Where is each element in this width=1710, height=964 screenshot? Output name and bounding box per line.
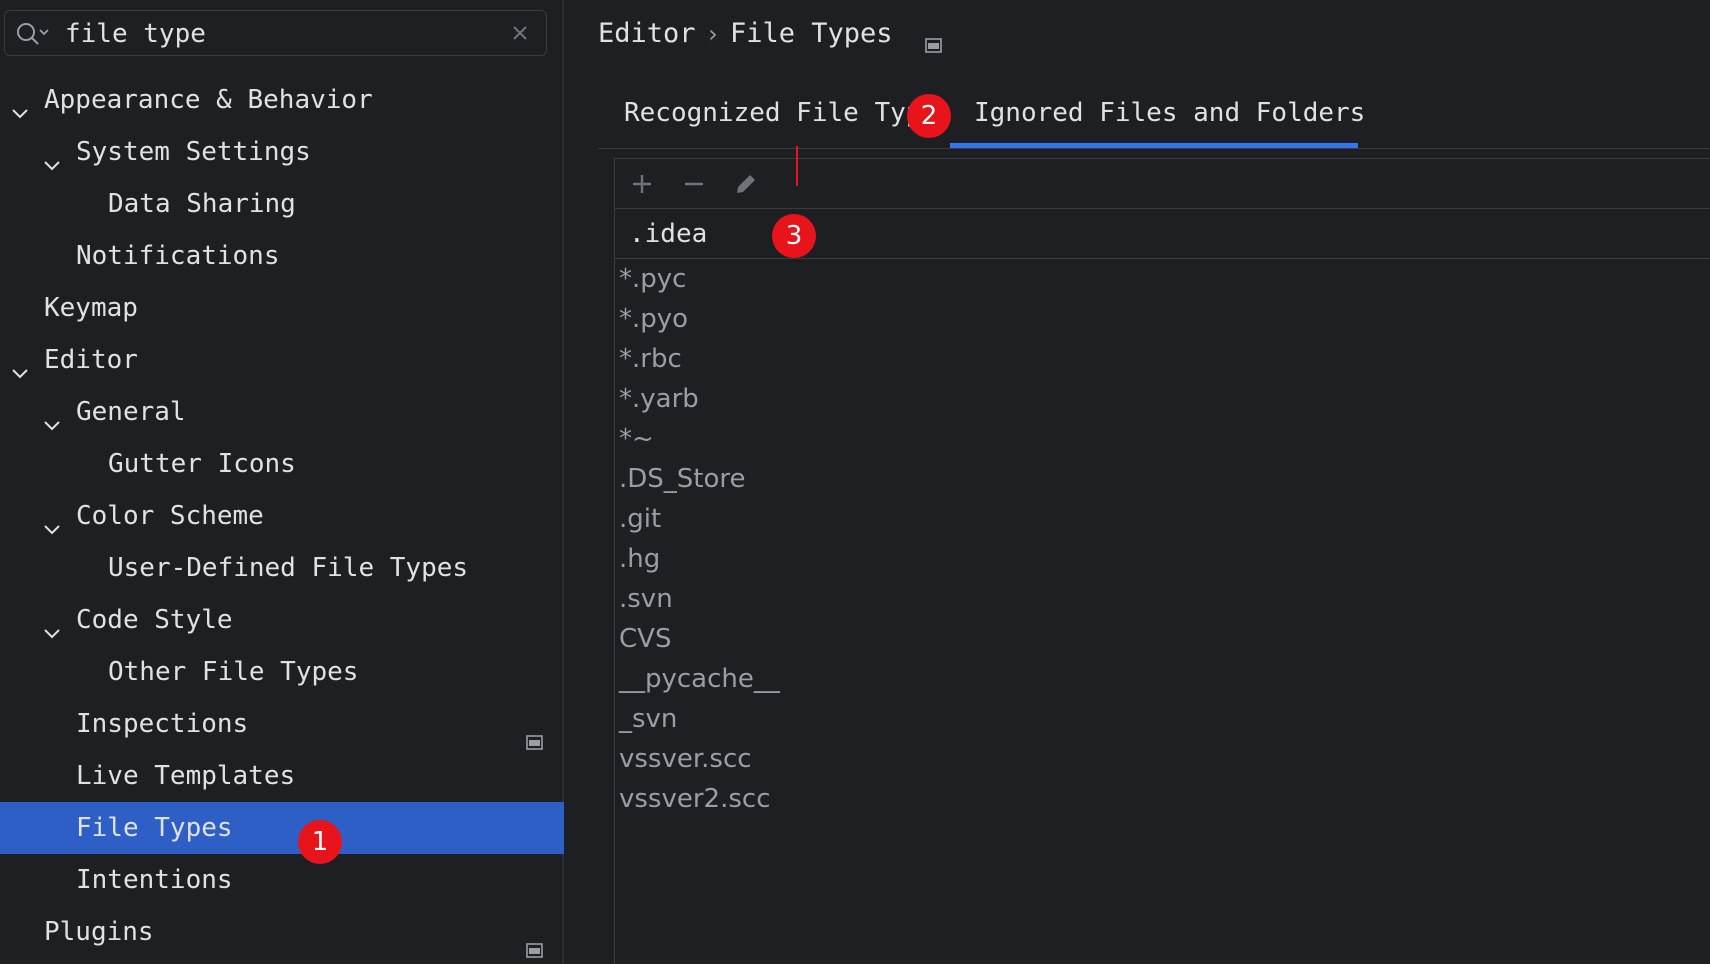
list-item[interactable]: *.pyo [619, 299, 780, 339]
tree-item-file-types[interactable]: File Types [0, 802, 564, 854]
list-item[interactable]: .svn [619, 579, 780, 619]
list-item[interactable]: _svn [619, 699, 780, 739]
breadcrumb-parent[interactable]: Editor [598, 18, 696, 49]
breadcrumb: Editor › File Types [598, 14, 942, 54]
remove-icon[interactable] [681, 171, 707, 197]
settings-window: Appearance & Behavior System Settings Data… [0, 0, 1710, 964]
tree-item-keymap[interactable]: Keymap [0, 282, 564, 334]
tree-item-color-scheme[interactable]: Color Scheme [0, 490, 564, 542]
annotation-line [796, 146, 798, 186]
tree-item-label: Intentions [76, 865, 233, 895]
project-settings-icon [526, 716, 543, 750]
list-item[interactable]: vssver.scc [619, 739, 780, 779]
project-settings-icon [925, 25, 942, 53]
list-item[interactable]: *~ [619, 419, 780, 459]
tree-item-appearance-behavior[interactable]: Appearance & Behavior [0, 74, 564, 126]
breadcrumb-current: File Types [730, 18, 893, 49]
list-item[interactable]: .git [619, 499, 780, 539]
list-item[interactable]: *.rbc [619, 339, 780, 379]
chevron-down-icon[interactable] [42, 610, 62, 639]
search-icon[interactable] [15, 21, 49, 51]
tree-item-editor[interactable]: Editor [0, 334, 564, 386]
breadcrumb-separator: › [705, 20, 720, 48]
annotation-marker-1: 1 [298, 820, 342, 864]
tree-item-live-templates[interactable]: Live Templates [0, 750, 564, 802]
tree-item-label: User-Defined File Types [108, 553, 469, 583]
tree-item-gutter-icons[interactable]: Gutter Icons [0, 438, 564, 490]
chevron-down-icon[interactable] [42, 142, 62, 171]
settings-sidebar: Appearance & Behavior System Settings Data… [0, 0, 564, 964]
chevron-down-icon[interactable] [42, 402, 62, 431]
tree-item-label: Plugins [44, 917, 154, 947]
search-input[interactable] [63, 15, 487, 53]
list-item[interactable]: *.yarb [619, 379, 780, 419]
add-icon[interactable] [629, 171, 655, 197]
list-item[interactable]: .hg [619, 539, 780, 579]
settings-tree: Appearance & Behavior System Settings Data… [0, 74, 564, 958]
tree-item-general[interactable]: General [0, 386, 564, 438]
tree-item-label: Data Sharing [108, 189, 296, 219]
tree-item-label: Gutter Icons [108, 449, 296, 479]
search-box[interactable] [4, 10, 547, 56]
edit-pencil-icon[interactable] [733, 171, 759, 197]
tree-item-label: Keymap [44, 293, 138, 323]
tree-item-notifications[interactable]: Notifications [0, 230, 564, 282]
tree-item-label: Editor [44, 345, 138, 375]
tree-item-intentions[interactable]: Intentions [0, 854, 564, 906]
tree-item-label: Inspections [76, 709, 249, 739]
tree-item-label: Other File Types [108, 657, 359, 687]
list-item[interactable]: vssver2.scc [619, 779, 780, 819]
tab-ignored-files-and-folders[interactable]: Ignored Files and Folders [950, 86, 1365, 148]
annotation-marker-2: 2 [907, 94, 951, 138]
tree-item-system-settings[interactable]: System Settings [0, 126, 564, 178]
project-settings-icon [526, 924, 543, 958]
chevron-down-icon[interactable] [10, 90, 30, 119]
tree-item-plugins[interactable]: Plugins [0, 906, 564, 958]
tree-item-code-style[interactable]: Code Style [0, 594, 564, 646]
tree-item-user-defined-file-types[interactable]: User-Defined File Types [0, 542, 564, 594]
tree-item-label: Color Scheme [76, 501, 264, 531]
tree-item-label: System Settings [76, 137, 311, 167]
list-item[interactable]: .DS_Store [619, 459, 780, 499]
chevron-down-icon[interactable] [10, 350, 30, 379]
ignored-list-panel: *.pyc*.pyo*.rbc*.yarb*~.DS_Store.git.hg.… [614, 158, 1710, 964]
tree-item-inspections[interactable]: Inspections [0, 698, 564, 750]
tree-item-other-file-types[interactable]: Other File Types [0, 646, 564, 698]
tab-recognized-file-types[interactable]: Recognized File Types [624, 86, 953, 148]
tree-item-label: Live Templates [76, 761, 296, 791]
tree-item-label: Notifications [76, 241, 280, 271]
list-toolbar [615, 159, 1710, 209]
tree-item-label: Code Style [76, 605, 233, 635]
tree-item-label: Appearance & Behavior [44, 85, 373, 115]
list-item[interactable]: CVS [619, 619, 780, 659]
ignored-items-list: *.pyc *.pyo *.rbc *.yarb *~ .DS_Store .git .hg.… [619, 259, 780, 819]
tree-item-data-sharing[interactable]: Data Sharing [0, 178, 564, 230]
tab-bar: Recognized File Types Ignored Files and … [598, 86, 1710, 149]
tree-item-label: File Types [76, 813, 233, 843]
clear-search-icon[interactable] [508, 21, 532, 45]
chevron-down-icon[interactable] [42, 506, 62, 535]
tree-item-label: General [76, 397, 186, 427]
ignored-item-input[interactable] [627, 215, 1231, 253]
annotation-marker-3: 3 [772, 214, 816, 258]
list-item[interactable]: *.pyc [619, 259, 780, 299]
list-item[interactable]: __pycache__ [619, 659, 780, 699]
